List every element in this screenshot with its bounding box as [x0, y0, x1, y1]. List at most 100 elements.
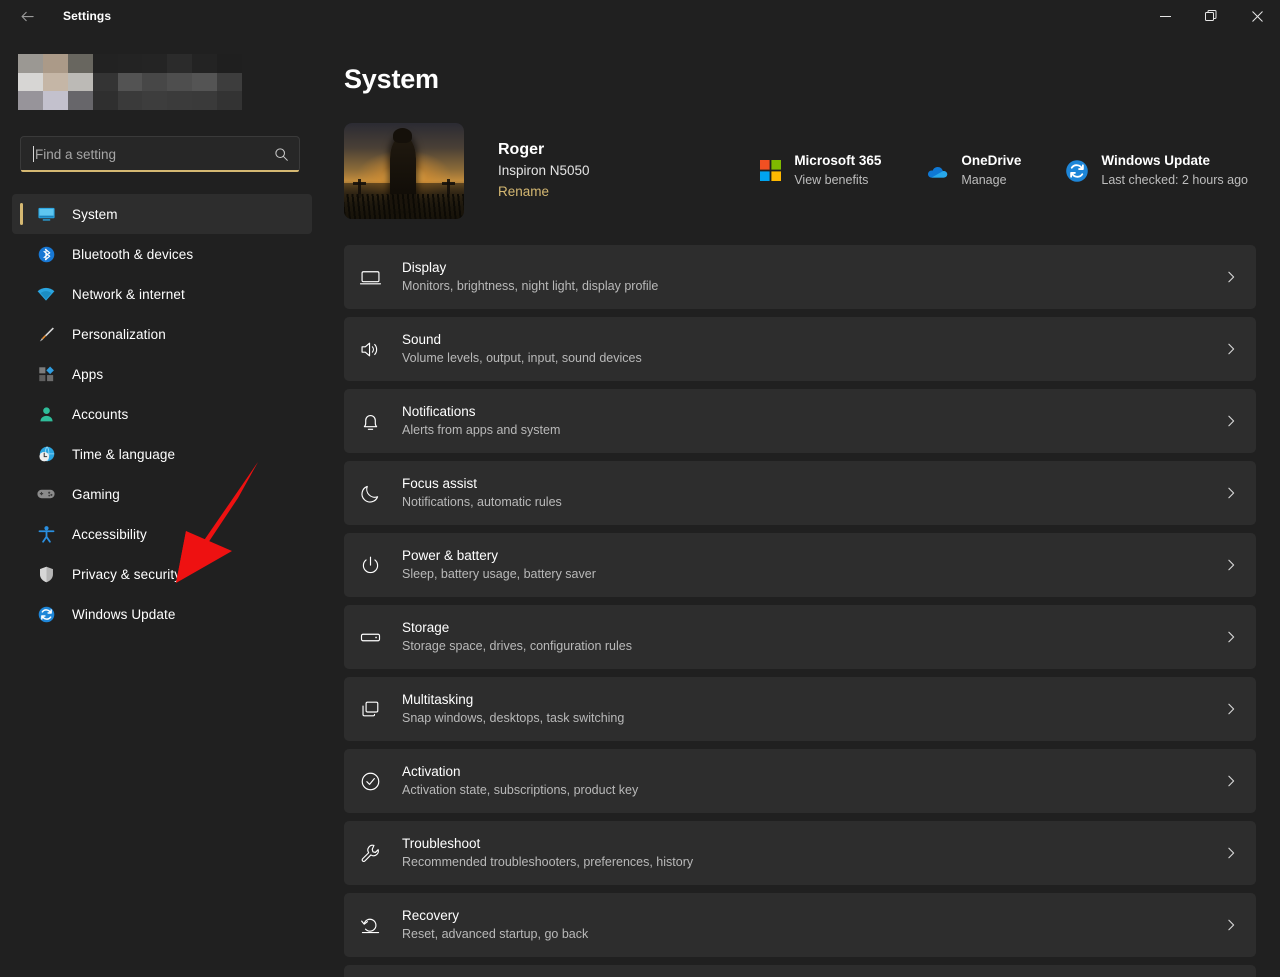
settings-row-sound[interactable]: Sound Volume levels, output, input, soun… [344, 317, 1256, 381]
sidebar-item-label: Time & language [72, 446, 176, 462]
settings-row-focus-assist[interactable]: Focus assist Notifications, automatic ru… [344, 461, 1256, 525]
maximize-restore-button[interactable] [1188, 0, 1234, 32]
recovery-icon [344, 914, 396, 937]
settings-row-text: Storage Storage space, drives, configura… [396, 618, 1224, 656]
power-icon [344, 554, 396, 577]
settings-row-notifications[interactable]: Notifications Alerts from apps and syste… [344, 389, 1256, 453]
quick-link-text: Microsoft 365 View benefits [794, 152, 881, 190]
sidebar-item-system[interactable]: System [12, 194, 312, 234]
sidebar-item-accounts[interactable]: Accounts [12, 394, 312, 434]
rename-link[interactable]: Rename [498, 181, 590, 203]
quick-link-title: Microsoft 365 [794, 153, 882, 169]
quick-link-microsoft-365[interactable]: Microsoft 365 View benefits [758, 152, 881, 190]
windows-update-icon [36, 604, 56, 624]
chevron-right-icon[interactable] [1224, 846, 1238, 860]
drive-icon [344, 626, 396, 649]
chevron-right-icon[interactable] [1224, 558, 1238, 572]
chevron-right-icon[interactable] [1224, 774, 1238, 788]
settings-row-text: Notifications Alerts from apps and syste… [396, 402, 1224, 440]
settings-row-display[interactable]: Display Monitors, brightness, night ligh… [344, 245, 1256, 309]
search-placeholder: Find a setting [35, 146, 117, 162]
wifi-icon [36, 284, 56, 304]
check-circle-icon [344, 770, 396, 793]
device-summary: Roger Inspiron N5050 Rename Microsoft 36… [324, 123, 1280, 219]
sidebar-item-privacy-security[interactable]: Privacy & security [12, 554, 312, 594]
sidebar-item-label: System [72, 206, 118, 222]
settings-row-recovery[interactable]: Recovery Reset, advanced startup, go bac… [344, 893, 1256, 957]
sidebar-item-label: Bluetooth & devices [72, 246, 194, 262]
quick-link-title: OneDrive [961, 153, 1022, 169]
settings-row-subtitle: Snap windows, desktops, task switching [402, 711, 625, 726]
sidebar-item-gaming[interactable]: Gaming [12, 474, 312, 514]
settings-row-troubleshoot[interactable]: Troubleshoot Recommended troubleshooters… [344, 821, 1256, 885]
settings-row-text: Troubleshoot Recommended troubleshooters… [396, 834, 1224, 872]
settings-row-multitasking[interactable]: Multitasking Snap windows, desktops, tas… [344, 677, 1256, 741]
user-profile-redacted[interactable] [18, 54, 242, 110]
settings-row-title: Troubleshoot [402, 835, 481, 851]
settings-row-title: Display [402, 259, 447, 275]
game-controller-icon [36, 484, 56, 504]
settings-row-partial[interactable] [344, 965, 1256, 977]
settings-row-title: Focus assist [402, 475, 478, 491]
search-icon[interactable] [274, 147, 289, 162]
close-button[interactable] [1234, 0, 1280, 32]
chevron-right-icon[interactable] [1224, 414, 1238, 428]
search-input[interactable]: Find a setting [20, 136, 300, 172]
accessibility-icon [36, 524, 56, 544]
sidebar-item-network-internet[interactable]: Network & internet [12, 274, 312, 314]
settings-row-text: Activation Activation state, subscriptio… [396, 762, 1224, 800]
bell-icon [344, 410, 396, 433]
sidebar-item-accessibility[interactable]: Accessibility [12, 514, 312, 554]
settings-row-power-battery[interactable]: Power & battery Sleep, battery usage, ba… [344, 533, 1256, 597]
back-arrow-icon[interactable] [8, 0, 46, 32]
shield-icon [36, 564, 56, 584]
search-container: Find a setting [20, 136, 300, 172]
chevron-right-icon[interactable] [1224, 342, 1238, 356]
sidebar-item-windows-update[interactable]: Windows Update [12, 594, 312, 634]
main-content: System Roger Inspiron N5050 Rename Micro… [320, 32, 1280, 977]
settings-row-text: Recovery Reset, advanced startup, go bac… [396, 906, 1224, 944]
quick-link-text: OneDrive Manage [961, 152, 1021, 190]
speaker-icon [344, 338, 396, 361]
settings-list: Display Monitors, brightness, night ligh… [324, 245, 1280, 977]
quick-links: Microsoft 365 View benefits OneDrive Man… [758, 152, 1252, 190]
apps-grid-icon [36, 364, 56, 384]
settings-row-text: Power & battery Sleep, battery usage, ba… [396, 546, 1224, 584]
quick-link-onedrive[interactable]: OneDrive Manage [925, 152, 1021, 190]
system-monitor-icon [36, 204, 56, 224]
settings-row-text: Focus assist Notifications, automatic ru… [396, 474, 1224, 512]
microsoft-logo-icon [758, 159, 782, 183]
sidebar-item-apps[interactable]: Apps [12, 354, 312, 394]
sidebar-nav: System Bluetooth & devices Network & int… [0, 194, 320, 634]
settings-row-subtitle: Monitors, brightness, night light, displ… [402, 279, 659, 294]
settings-row-title: Recovery [402, 907, 460, 923]
paintbrush-icon [36, 324, 56, 344]
clock-globe-icon [36, 444, 56, 464]
settings-row-activation[interactable]: Activation Activation state, subscriptio… [344, 749, 1256, 813]
sidebar-item-personalization[interactable]: Personalization [12, 314, 312, 354]
sidebar-item-time-language[interactable]: Time & language [12, 434, 312, 474]
chevron-right-icon[interactable] [1224, 918, 1238, 932]
sidebar-item-bluetooth-devices[interactable]: Bluetooth & devices [12, 234, 312, 274]
onedrive-cloud-icon [925, 159, 949, 183]
title-bar: Settings [0, 0, 1280, 32]
settings-row-storage[interactable]: Storage Storage space, drives, configura… [344, 605, 1256, 669]
window-title: Settings [63, 9, 112, 23]
chevron-right-icon[interactable] [1224, 630, 1238, 644]
device-info: Roger Inspiron N5050 Rename [498, 139, 590, 202]
sidebar-item-label: Accounts [72, 406, 129, 422]
settings-row-subtitle: Volume levels, output, input, sound devi… [402, 351, 642, 366]
settings-row-title: Sound [402, 331, 442, 347]
quick-link-windows-update[interactable]: Windows Update Last checked: 2 hours ago [1065, 152, 1248, 190]
minimize-button[interactable] [1142, 0, 1188, 32]
chevron-right-icon[interactable] [1224, 486, 1238, 500]
sidebar-item-label: Gaming [72, 486, 120, 502]
sidebar-item-label: Personalization [72, 326, 166, 342]
chevron-right-icon[interactable] [1224, 702, 1238, 716]
chevron-right-icon[interactable] [1224, 270, 1238, 284]
sidebar-item-label: Apps [72, 366, 104, 382]
quick-link-subtitle: Manage [961, 173, 1007, 188]
bluetooth-icon [36, 244, 56, 264]
avatar[interactable] [344, 123, 464, 219]
settings-row-text: Sound Volume levels, output, input, soun… [396, 330, 1224, 368]
